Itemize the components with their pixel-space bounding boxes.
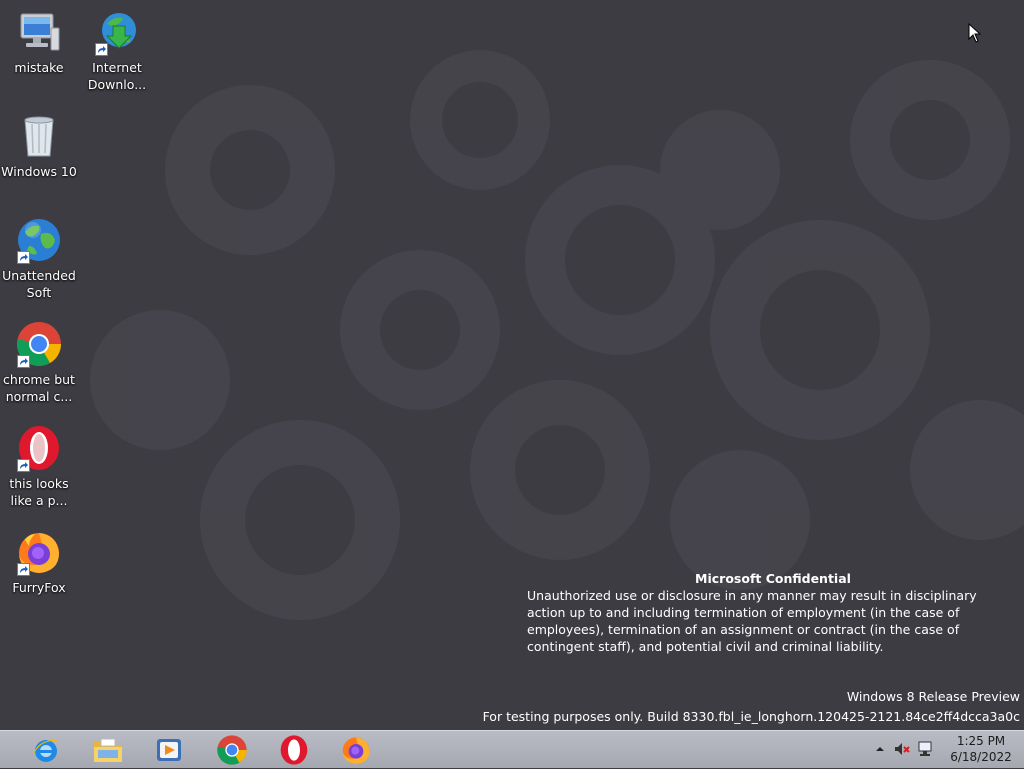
desktop-icon-label: Windows 10 <box>1 164 77 179</box>
confidential-title: Microsoft Confidential <box>695 571 851 586</box>
shortcut-arrow-icon <box>17 355 30 368</box>
shortcut-arrow-icon <box>17 563 30 576</box>
taskbar-firefox[interactable] <box>327 732 385 768</box>
desktop-icon-label: mistake <box>14 60 64 75</box>
desktop-icon-label: FurryFox <box>12 580 66 595</box>
chrome-icon <box>217 735 247 765</box>
taskbar-media-player[interactable] <box>140 732 198 768</box>
shortcut-arrow-icon <box>17 459 30 472</box>
desktop-icon-label: chrome but normal c... <box>3 372 75 404</box>
taskbar: 1:25 PM 6/18/2022 <box>0 730 1024 768</box>
file-explorer-icon <box>94 738 122 762</box>
clock-time: 1:25 PM <box>956 734 1006 748</box>
build-string: For testing purposes only. Build 8330.fb… <box>482 709 1020 724</box>
internet-explorer-icon <box>33 739 59 762</box>
media-player-icon <box>157 739 181 761</box>
desktop-icon-unattended-soft[interactable]: Unattended Soft <box>0 216 78 301</box>
desktop-icon-internet-download-manager[interactable]: Internet Downlo... <box>78 8 156 93</box>
confidential-body: Unauthorized use or disclosure in any ma… <box>527 588 977 654</box>
show-hidden-icons-arrow[interactable] <box>870 739 890 759</box>
taskbar-opera[interactable] <box>265 732 323 768</box>
volume-muted-icon[interactable] <box>892 739 912 759</box>
desktop-icon-firefox[interactable]: FurryFox <box>0 528 78 596</box>
network-icon[interactable] <box>916 739 936 759</box>
confidential-notice: Microsoft Confidential Unauthorized use … <box>527 570 1019 655</box>
clock-date: 6/18/2022 <box>950 750 1012 764</box>
opera-icon <box>280 735 308 765</box>
desktop[interactable]: mistake Internet Downlo... Windows 10 Un… <box>0 0 1024 730</box>
taskbar-internet-explorer[interactable] <box>17 732 75 768</box>
desktop-icon-recycle-bin[interactable]: Windows 10 <box>0 112 78 180</box>
desktop-icon-mistake[interactable]: mistake <box>0 8 78 76</box>
taskbar-chrome[interactable] <box>203 732 261 768</box>
shortcut-arrow-icon <box>17 251 30 264</box>
firefox-icon <box>342 737 370 764</box>
desktop-icon-label: Internet Downlo... <box>87 60 147 92</box>
desktop-icon-label: Unattended Soft <box>2 268 76 300</box>
desktop-icon-opera[interactable]: this looks like a p... <box>0 424 78 509</box>
desktop-icon-label: this looks like a p... <box>9 476 69 508</box>
taskbar-clock[interactable]: 1:25 PM 6/18/2022 <box>946 733 1016 765</box>
desktop-icon-chrome[interactable]: chrome but normal c... <box>0 320 78 405</box>
taskbar-file-explorer[interactable] <box>79 732 137 768</box>
mouse-cursor-icon <box>968 23 982 43</box>
computer-icon <box>20 13 60 51</box>
recycle-bin-icon <box>24 116 54 157</box>
shortcut-arrow-icon <box>95 43 108 56</box>
system-tray: 1:25 PM 6/18/2022 <box>864 731 1024 769</box>
edition-label: Windows 8 Release Preview <box>846 689 1020 704</box>
